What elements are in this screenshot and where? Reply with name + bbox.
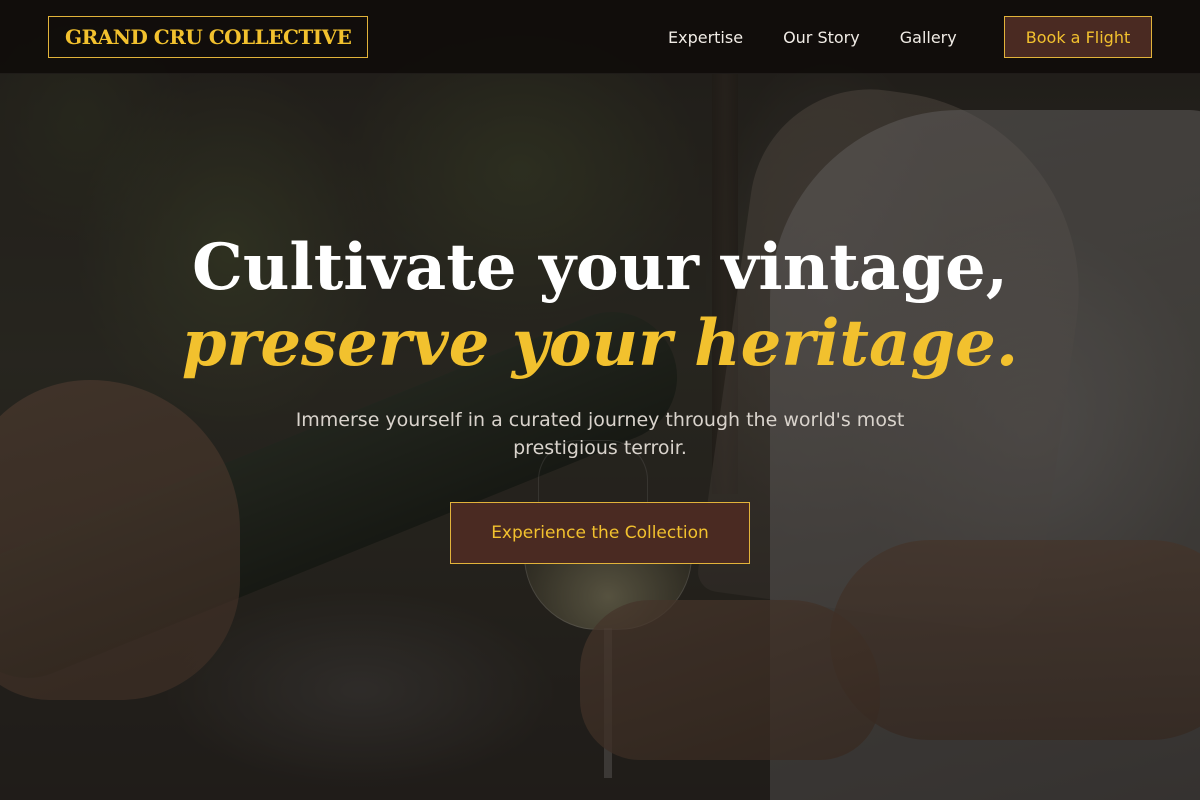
nav-links: Expertise Our Story Gallery xyxy=(668,0,957,74)
hero-headline-accent: preserve your heritage. xyxy=(181,306,1019,381)
experience-collection-button[interactable]: Experience the Collection xyxy=(450,502,750,564)
nav-link-expertise[interactable]: Expertise xyxy=(668,28,743,47)
nav-link-our-story[interactable]: Our Story xyxy=(783,28,860,47)
top-navbar: GRAND CRU COLLECTIVE Expertise Our Story… xyxy=(0,0,1200,74)
hero-subtitle: Immerse yourself in a curated journey th… xyxy=(295,409,905,459)
hero-content: Cultivate your vintage, preserve your he… xyxy=(0,230,1200,564)
book-flight-button[interactable]: Book a Flight xyxy=(1004,16,1152,58)
page: GRAND CRU COLLECTIVE Expertise Our Story… xyxy=(0,0,1200,800)
nav-link-gallery[interactable]: Gallery xyxy=(900,28,957,47)
brand-logo[interactable]: GRAND CRU COLLECTIVE xyxy=(48,16,369,58)
hero-headline-primary: Cultivate your vintage, xyxy=(191,230,1009,305)
